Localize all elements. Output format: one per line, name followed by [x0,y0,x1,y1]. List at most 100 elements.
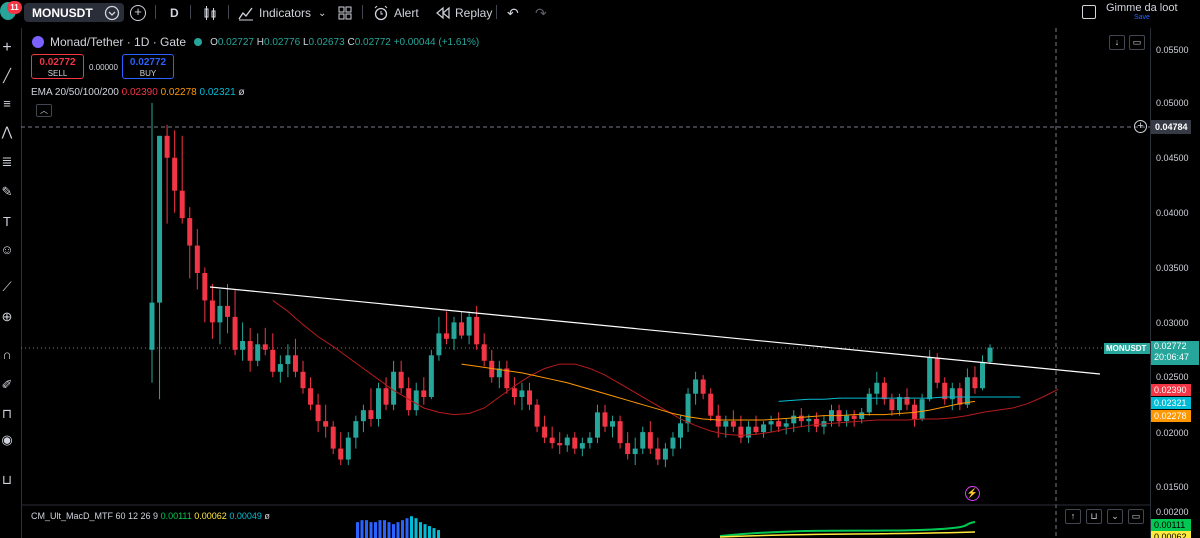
ema-legend[interactable]: EMA 20/50/100/200 0.02390 0.02278 0.0232… [31,87,245,98]
macd-bar [405,518,409,538]
macd-legend[interactable]: CM_Ult_MacD_MTF 60 12 26 9 0.00111 0.000… [31,511,270,521]
candle-body [572,437,578,449]
delete-pane-button[interactable]: ⊔ [1086,509,1102,524]
candle-body [534,404,540,427]
candle-body [738,426,744,438]
candle-body [209,300,215,323]
candle-body [987,347,993,362]
sell-button[interactable]: 0.02772 SELL [31,54,84,79]
candle-body [292,355,298,372]
candle-body [157,135,163,303]
candle-body [768,421,774,425]
candle-body [798,415,804,422]
candle-body [232,316,238,350]
spread-value: 0.00000 [89,63,118,72]
maximize-pane-button[interactable]: ▭ [1129,35,1145,50]
candle-body [949,388,955,400]
candle-body [761,424,767,433]
candle-body [240,341,246,350]
symbol-legend[interactable]: Monad/Tether · 1D · Gate O0.02727 H0.027… [32,35,479,49]
candle-body [187,218,193,246]
candle-body [353,421,359,438]
add-alert-plus-icon[interactable]: + [1134,120,1147,133]
buy-price: 0.02772 [129,57,167,68]
candle-body [474,316,480,345]
ema100-price-tag: 0.02321 [1151,397,1191,409]
candle-body [753,426,759,433]
price-chart[interactable] [0,0,1200,538]
macd-value-tag: 0.00111 [1151,519,1191,531]
candle-body [443,333,449,339]
candle-body [881,382,887,400]
price-tick: 0.03000 [1156,318,1189,328]
candle-body [670,437,676,449]
ema50-price-tag: 0.02278 [1151,410,1191,422]
macd-bar [414,518,418,538]
macd-bar [432,528,436,538]
candle-body [776,421,782,427]
candle-body [594,412,600,438]
candle-body [413,390,419,411]
macd-bar [356,522,359,538]
maximize-macd-button[interactable]: ▭ [1128,509,1144,524]
candle-body [964,377,970,405]
candle-body [625,443,631,455]
macd-bar [374,522,377,538]
candle-body [700,379,706,394]
candle-body [866,393,872,413]
candle-body [277,364,283,372]
candle-body [610,421,616,427]
candle-body [715,415,721,427]
candle-body [421,390,427,398]
candle-body [436,333,442,356]
candle-body [859,412,865,419]
candle-body [308,388,314,405]
candle-body [511,388,517,398]
candle-body [647,432,653,449]
candle-body [383,388,389,405]
candle-body [806,418,812,422]
macd-histogram-group [356,516,440,538]
ema20-price-tag: 0.02390 [1151,384,1191,396]
trendline [209,286,1101,375]
candle-body [549,437,555,444]
move-down-button[interactable]: ↓ [1109,35,1125,50]
candle-body [723,421,729,427]
sell-price: 0.02772 [39,57,76,68]
price-tick: 0.02500 [1156,372,1189,382]
candle-body [164,135,170,158]
candle-body [617,421,623,444]
candle-body [874,382,880,394]
buy-button[interactable]: 0.02772 BUY [122,54,174,79]
macd-bar [360,520,364,538]
candle-body [315,404,321,422]
candle-body [428,355,434,398]
price-tick: 0.04000 [1156,208,1189,218]
candle-body [225,305,230,317]
bar-countdown: 20:06:47 [1154,352,1190,362]
candle-body [360,410,366,422]
candle-body [655,448,661,460]
candle-body [927,357,933,400]
candle-body [202,272,208,301]
candle-body [466,316,472,336]
macd-bar [401,520,404,538]
candle-body [247,341,253,361]
macd-tick: 0.00200 [1156,507,1189,517]
lightning-icon[interactable]: ⚡ [965,486,980,501]
candle-body [919,399,925,419]
candle-body [557,443,563,446]
candle-body [255,344,261,361]
candle-body [262,344,268,350]
candle-body [504,368,510,389]
candle-body [662,448,668,460]
candle-body [730,421,736,427]
market-open-icon [194,38,203,46]
collapse-pane-button[interactable]: ⌄ [1107,509,1123,524]
move-up-button[interactable]: ↑ [1065,509,1081,524]
candle-body [791,415,797,424]
candle-body [889,399,895,411]
collapse-legend-button[interactable]: ︿ [36,104,52,117]
macd-bar [410,516,413,538]
candle-body [285,355,291,365]
